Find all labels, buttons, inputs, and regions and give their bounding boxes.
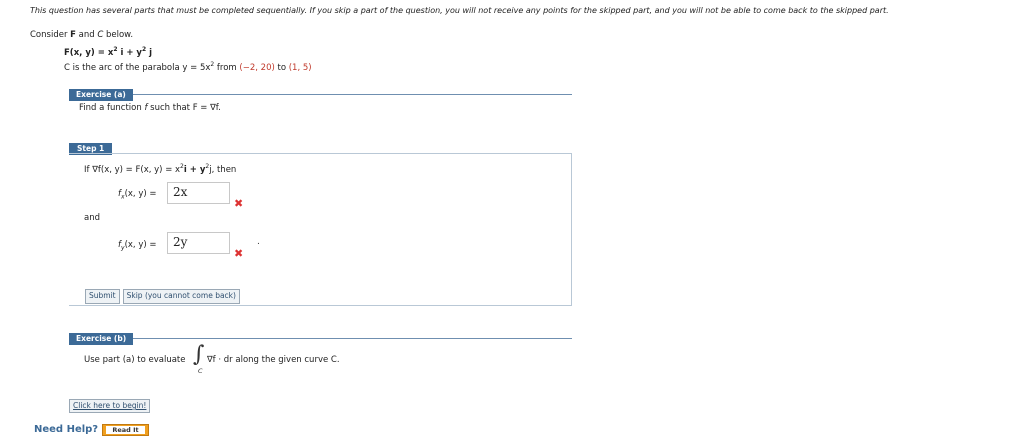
if-mid: i + y [183, 164, 206, 175]
exercise-a-bar: Exercise (a) [69, 82, 572, 101]
curve-from-word: from [214, 62, 240, 73]
field-j-term: j [146, 47, 153, 58]
curve-to-word: to [274, 62, 289, 73]
fx-label: fx(x, y) = [118, 189, 156, 201]
problem-intro: Consider F and C below. [30, 30, 133, 40]
exercise-a-header: Exercise (a) [69, 82, 572, 101]
fx-wrong-icon: ✖ [234, 197, 244, 210]
curve-definition: C is the arc of the parabola y = 5x2 fro… [64, 61, 312, 73]
fy-args: (x, y) = [124, 240, 157, 250]
exercise-b-header: Exercise (b) [69, 326, 572, 345]
gradient-statement: If ∇f(x, y) = F(x, y) = x2i + y2j, then [84, 163, 236, 175]
integral-symbol: ∫ [193, 342, 205, 367]
submit-button[interactable]: Submit [85, 289, 120, 304]
exercise-b-prompt-end: ∇f · dr along the given curve C. [207, 355, 340, 365]
if-text: If ∇f(x, y) = F(x, y) = x [84, 164, 181, 175]
curve-text: C is the arc of the parabola y = 5x [64, 62, 211, 73]
exercise-b-bar: Exercise (b) [69, 326, 572, 345]
exercise-b-prompt: Use part (a) to evaluate [84, 355, 186, 365]
step-1-frame [69, 153, 572, 306]
read-it-label: Read It [106, 426, 145, 434]
read-it-button[interactable]: Read It [102, 424, 149, 436]
prompt-text: Find a function [79, 103, 145, 113]
fy-answer-input[interactable]: 2y [167, 232, 230, 254]
exercise-b-tab: Exercise (b) [69, 333, 134, 345]
fy-wrong-icon: ✖ [234, 247, 244, 260]
and-text: and [84, 213, 100, 223]
if-post: j, then [209, 164, 237, 175]
integral-subscript: C [198, 367, 203, 375]
fy-label: fy(x, y) = [118, 240, 156, 252]
intro-below: below. [103, 30, 134, 40]
begin-button[interactable]: Click here to begin! [69, 399, 151, 413]
step-1-actions: Submit Skip (you cannot come back) [85, 289, 240, 304]
skip-button[interactable]: Skip (you cannot come back) [122, 289, 240, 304]
fx-answer-input[interactable]: 2x [167, 182, 230, 204]
fx-args: (x, y) = [124, 189, 157, 199]
intro-and: and [75, 30, 98, 40]
intro-text: Consider [30, 30, 71, 40]
curve-end-point: (1, 5) [288, 62, 312, 73]
field-i-term: i + y [117, 47, 142, 58]
instructions-notice: This question has several parts that mus… [30, 6, 889, 15]
vector-field-definition: F(x, y) = x2 i + y2 j [64, 46, 152, 58]
field-lhs: F(x, y) = x [64, 47, 114, 58]
fy-period: . [257, 237, 260, 247]
curve-start-point: (−2, 20) [239, 62, 275, 73]
prompt-post: such that F = ∇f. [147, 103, 221, 113]
exercise-a-tab: Exercise (a) [69, 89, 133, 101]
exercise-a-prompt: Find a function f such that F = ∇f. [79, 103, 221, 113]
need-help-label: Need Help? [34, 424, 99, 435]
